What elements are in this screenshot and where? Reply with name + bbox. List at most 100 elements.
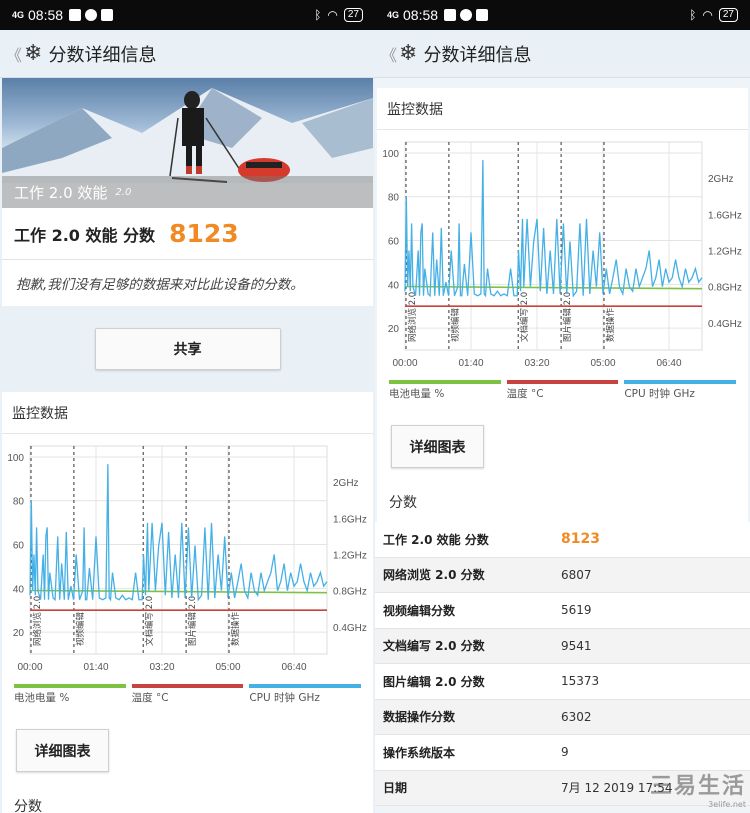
scores-title: 分数 — [14, 799, 42, 813]
y-tick-label: 80 — [388, 193, 400, 204]
right-screen: 4G 08:58 ᛒ ◠ 27 《 ❄ 分数详细信息 监控数据 20 40 60 80… — [375, 0, 750, 813]
score-table: 工作 2.0 效能 分数 8123 网络浏览 2.0 分数 6807 视频编辑分数 5… — [375, 522, 750, 806]
share-button[interactable]: 共享 — [94, 328, 281, 370]
segment-label: 数据操作 — [605, 307, 616, 342]
table-row: 操作系统版本 9 — [375, 735, 750, 771]
mail-icon — [444, 9, 457, 21]
page-title: 分数详细信息 — [423, 44, 532, 66]
segment-label: 文档编写 2.0 — [519, 292, 530, 342]
y2-tick-label: 0.8GHz — [708, 283, 742, 294]
row-value: 15373 — [561, 674, 600, 689]
app-bar: 《 ❄ 分数详细信息 — [375, 30, 750, 78]
plot-area — [29, 445, 328, 655]
row-label: 工作 2.0 效能 分数 — [383, 532, 489, 547]
y-tick-label: 80 — [13, 497, 25, 508]
monitor-section-left: 监控数据 20 40 60 80 100 00:00 01:40 03:20 05:00 06:4… — [2, 392, 373, 813]
legend-cpu-clock: CPU 时钟 GHz — [624, 380, 737, 401]
y2-tick-label: 1.6GHz — [333, 514, 367, 525]
segment-label: 文档编写 2.0 — [144, 596, 155, 646]
x-tick-label: 06:40 — [656, 358, 681, 369]
row-label: 图片编辑 2.0 分数 — [383, 674, 485, 689]
y-tick-label: 40 — [13, 584, 25, 595]
x-tick-label: 05:00 — [590, 358, 615, 369]
notification-icons — [444, 9, 489, 21]
segment-label: 数据操作 — [230, 611, 241, 646]
monitor-chart-right: 20 40 60 80 100 00:00 01:40 03:20 05:00 06:40 0.4G… — [377, 130, 748, 380]
x-tick-label: 01:40 — [458, 358, 483, 369]
table-row: 图片编辑 2.0 分数 15373 — [375, 664, 750, 700]
x-tick-label: 06:40 — [281, 662, 306, 673]
x-tick-label: 00:00 — [392, 358, 417, 369]
y-tick-label: 40 — [388, 280, 400, 291]
page-title: 分数详细信息 — [48, 44, 157, 66]
bluetooth-icon: ᛒ — [689, 8, 697, 22]
table-row: 视频编辑分数 5619 — [375, 593, 750, 629]
legend-cpu-clock: CPU 时钟 GHz — [249, 684, 362, 705]
wifi-icon: ◠ — [702, 8, 713, 22]
row-label: 数据操作分数 — [383, 710, 456, 725]
y-tick-label: 60 — [388, 237, 400, 248]
snowflake-logo-icon: ❄ — [24, 41, 43, 66]
score-summary: 工作 2.0 效能 分数 8123 — [2, 208, 373, 260]
app-bar: 《 ❄ 分数详细信息 — [0, 30, 375, 78]
hero-title: 工作 2.0 效能 — [14, 183, 108, 202]
signal-indicator: 4G — [12, 9, 25, 20]
monitor-title: 监控数据 — [2, 392, 373, 434]
y2-tick-label: 2GHz — [708, 174, 734, 185]
status-time: 08:58 — [403, 7, 439, 23]
comparison-notice: 抱歉,我们没有足够的数据来对比此设备的分数。 — [2, 260, 373, 306]
legend-swatch — [624, 380, 737, 384]
legend-swatch — [506, 380, 619, 384]
row-value: 6807 — [561, 567, 592, 582]
x-tick-label: 03:20 — [524, 358, 549, 369]
legend-temperature: 温度 °C — [506, 380, 619, 401]
benchmark-hero-image: 工作 2.0 效能 2.0 — [2, 78, 373, 208]
x-tick-label: 05:00 — [215, 662, 240, 673]
detail-chart-button[interactable]: 详细图表 — [391, 425, 484, 468]
segment-label: 视频编辑 — [75, 611, 86, 646]
y2-tick-label: 0.8GHz — [333, 587, 367, 598]
table-row: 文档编写 2.0 分数 9541 — [375, 628, 750, 664]
row-label: 视频编辑分数 — [383, 603, 456, 618]
legend-battery: 电池电量 % — [389, 380, 501, 401]
y-tick-label: 60 — [13, 541, 25, 552]
signal-indicator: 4G — [387, 9, 400, 20]
table-row: 网络浏览 2.0 分数 6807 — [375, 557, 750, 593]
back-icon[interactable]: 《 — [381, 42, 397, 66]
bluetooth-icon: ᛒ — [314, 8, 322, 22]
back-icon[interactable]: 《 — [6, 42, 22, 66]
image-icon — [101, 9, 114, 21]
hero-caption: 工作 2.0 效能 2.0 — [2, 176, 373, 208]
row-label: 文档编写 2.0 分数 — [383, 639, 485, 654]
mail-icon — [69, 9, 82, 21]
segment-label: 图片编辑 2.0 — [562, 292, 573, 342]
table-row: 数据操作分数 6302 — [375, 699, 750, 735]
legend-swatch — [14, 684, 126, 688]
row-value: 9541 — [561, 638, 592, 653]
y2-tick-label: 1.2GHz — [333, 551, 367, 562]
compass-icon — [85, 9, 98, 21]
y2-tick-label: 2GHz — [333, 478, 359, 489]
y2-tick-label: 1.2GHz — [708, 247, 742, 258]
detail-chart-button[interactable]: 详细图表 — [16, 729, 109, 772]
status-time: 08:58 — [28, 7, 64, 23]
segment-label: 图片编辑 2.0 — [187, 596, 198, 646]
row-value: 6302 — [561, 709, 592, 724]
row-value: 5619 — [561, 603, 592, 618]
chart-legend-left: 电池电量 % 温度 °C CPU 时钟 GHz — [2, 684, 373, 705]
x-tick-label: 00:00 — [17, 662, 42, 673]
x-tick-label: 03:20 — [149, 662, 174, 673]
hero-version: 2.0 — [115, 186, 132, 198]
row-label: 日期 — [383, 781, 408, 796]
row-value: 8123 — [561, 531, 600, 548]
notification-icons — [69, 9, 114, 21]
segment-label: 视频编辑 — [450, 307, 461, 342]
monitor-title: 监控数据 — [377, 88, 748, 130]
left-screen: 4G 08:58 ᛒ ◠ 27 《 ❄ 分数详细信息 工作 2.0 效能 2.0… — [0, 0, 375, 813]
battery-indicator: 27 — [718, 8, 738, 22]
legend-swatch — [131, 684, 244, 688]
monitor-chart-left: 20 40 60 80 100 00:00 01:40 03:20 05:00 06:40 0.4G… — [2, 434, 373, 684]
legend-temperature: 温度 °C — [131, 684, 244, 705]
status-bar: 4G 08:58 ᛒ ◠ 27 — [375, 0, 750, 30]
snowflake-logo-icon: ❄ — [399, 41, 418, 66]
